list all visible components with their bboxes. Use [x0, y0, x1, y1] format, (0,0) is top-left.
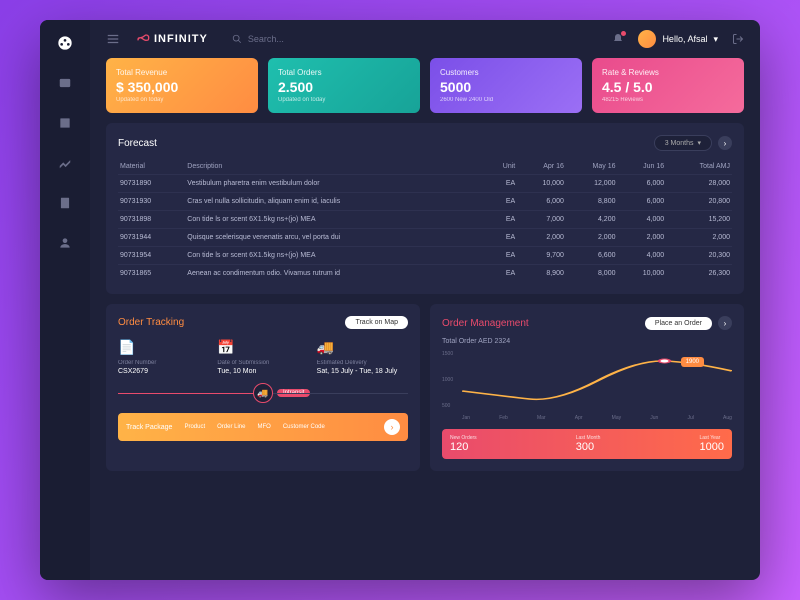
table-header: Material: [118, 159, 185, 175]
user-menu[interactable]: Hello, Afsal ▾: [638, 30, 718, 48]
track-footer: Track Package Product Order Line MFO Cus…: [118, 413, 408, 441]
mgmt-stat-new: New Orders120: [450, 435, 477, 453]
calendar-icon: 📅: [217, 339, 308, 356]
stat-orders[interactable]: Total Orders2.500Updated on today: [268, 58, 420, 113]
table-header: Jun 16: [618, 159, 667, 175]
chart-x-axis: JanFebMarAprMayJunJulAug: [462, 415, 732, 421]
table-row[interactable]: 90731865Aenean ac condimentum odio. Viva…: [118, 265, 732, 283]
total-order-label: Total Order AED 2324: [442, 338, 732, 345]
chart-y-axis: 1500 1000 500: [442, 351, 453, 409]
truck-progress-icon: 🚚: [253, 383, 273, 403]
tracking-panel: Order Tracking Track on Map 📄Order Numbe…: [106, 304, 420, 471]
management-panel: Order Management Place an Order › Total …: [430, 304, 744, 471]
stat-customers[interactable]: Customers50002600 New 2400 Old: [430, 58, 582, 113]
chevron-down-icon: ▾: [697, 139, 701, 147]
stat-reviews[interactable]: Rate & Reviews4.5 / 5.048215 Reviews: [592, 58, 744, 113]
nav-analytics[interactable]: [56, 154, 74, 172]
forecast-header: Forecast 3 Months▾ ›: [118, 135, 732, 151]
nav-users[interactable]: [56, 234, 74, 252]
document-icon: 📄: [118, 339, 209, 356]
chevron-down-icon: ▾: [713, 34, 718, 45]
bottom-row: Order Tracking Track on Map 📄Order Numbe…: [106, 304, 744, 481]
track-next-button[interactable]: ›: [384, 419, 400, 435]
notification-icon[interactable]: [612, 33, 624, 45]
table-row[interactable]: 90731898Con tide ls or scent 6X1.5kg ns+…: [118, 211, 732, 229]
search-icon: [232, 34, 242, 44]
forecast-next-button[interactable]: ›: [718, 136, 732, 150]
menu-icon[interactable]: [106, 32, 120, 46]
table-header: May 16: [566, 159, 618, 175]
mgmt-footer: New Orders120 Last Month300 Last Year100…: [442, 429, 732, 459]
track-delivery: 🚚Estimated DeliverySat, 15 July - Tue, 1…: [317, 339, 408, 375]
nav-products[interactable]: [56, 114, 74, 132]
header: INFINITY Search... Hello, Afsal ▾: [90, 20, 760, 58]
mgmt-stat-month: Last Month300: [576, 435, 601, 453]
brand-text: INFINITY: [154, 33, 208, 45]
track-order-number: 📄Order NumberCSX2679: [118, 339, 209, 375]
mgmt-next-button[interactable]: ›: [718, 316, 732, 330]
main: INFINITY Search... Hello, Afsal ▾ Total …: [90, 20, 760, 580]
nav-dashboard[interactable]: [56, 34, 74, 52]
table-header: Apr 16: [517, 159, 566, 175]
mgmt-stat-year: Last Year1000: [700, 435, 724, 453]
table-row[interactable]: 90731890Vestibulum pharetra enim vestibu…: [118, 175, 732, 193]
table-row[interactable]: 90731944Quisque scelerisque venenatis ar…: [118, 229, 732, 247]
avatar: [638, 30, 656, 48]
table-row[interactable]: 90731930Cras vel nulla sollicitudin, ali…: [118, 193, 732, 211]
table-header: Total AMJ: [666, 159, 732, 175]
logout-icon[interactable]: [732, 33, 744, 45]
nav-orders[interactable]: [56, 74, 74, 92]
stats-row: Total Revenue$ 350,000Updated on today T…: [106, 58, 744, 113]
place-order-button[interactable]: Place an Order: [645, 317, 712, 330]
track-submission: 📅Date of SubmissionTue, 10 Mon: [217, 339, 308, 375]
greeting-text: Hello, Afsal: [662, 34, 707, 44]
tracking-title: Order Tracking: [118, 317, 184, 328]
table-row[interactable]: 90731954Con tide ls or scent 6X1.5kg ns+…: [118, 247, 732, 265]
content: Total Revenue$ 350,000Updated on today T…: [90, 58, 760, 580]
nav-reports[interactable]: [56, 194, 74, 212]
header-right: Hello, Afsal ▾: [612, 30, 744, 48]
order-chart: 1500 1000 500 1900 JanFebMarAprMayJunJul…: [442, 351, 732, 421]
range-dropdown[interactable]: 3 Months▾: [654, 135, 712, 151]
infinity-icon: [134, 34, 150, 44]
truck-icon: 🚚: [317, 339, 408, 356]
stat-revenue[interactable]: Total Revenue$ 350,000Updated on today: [106, 58, 258, 113]
app-window: INFINITY Search... Hello, Afsal ▾ Total …: [40, 20, 760, 580]
forecast-title: Forecast: [118, 138, 157, 149]
management-title: Order Management: [442, 318, 529, 329]
table-header: Unit: [486, 159, 518, 175]
chart-peak-badge: 1900: [681, 357, 704, 367]
tracking-info: 📄Order NumberCSX2679 📅Date of Submission…: [118, 339, 408, 375]
forecast-panel: Forecast 3 Months▾ › MaterialDescription…: [106, 123, 744, 294]
table-header: Description: [185, 159, 485, 175]
logo: INFINITY: [134, 33, 208, 45]
track-map-button[interactable]: Track on Map: [345, 316, 408, 329]
progress-bar: 🚚 Intransit: [118, 383, 408, 403]
search-box[interactable]: Search...: [232, 34, 284, 44]
search-placeholder: Search...: [248, 34, 284, 44]
forecast-table: MaterialDescriptionUnitApr 16May 16Jun 1…: [118, 159, 732, 282]
sidebar: [40, 20, 90, 580]
